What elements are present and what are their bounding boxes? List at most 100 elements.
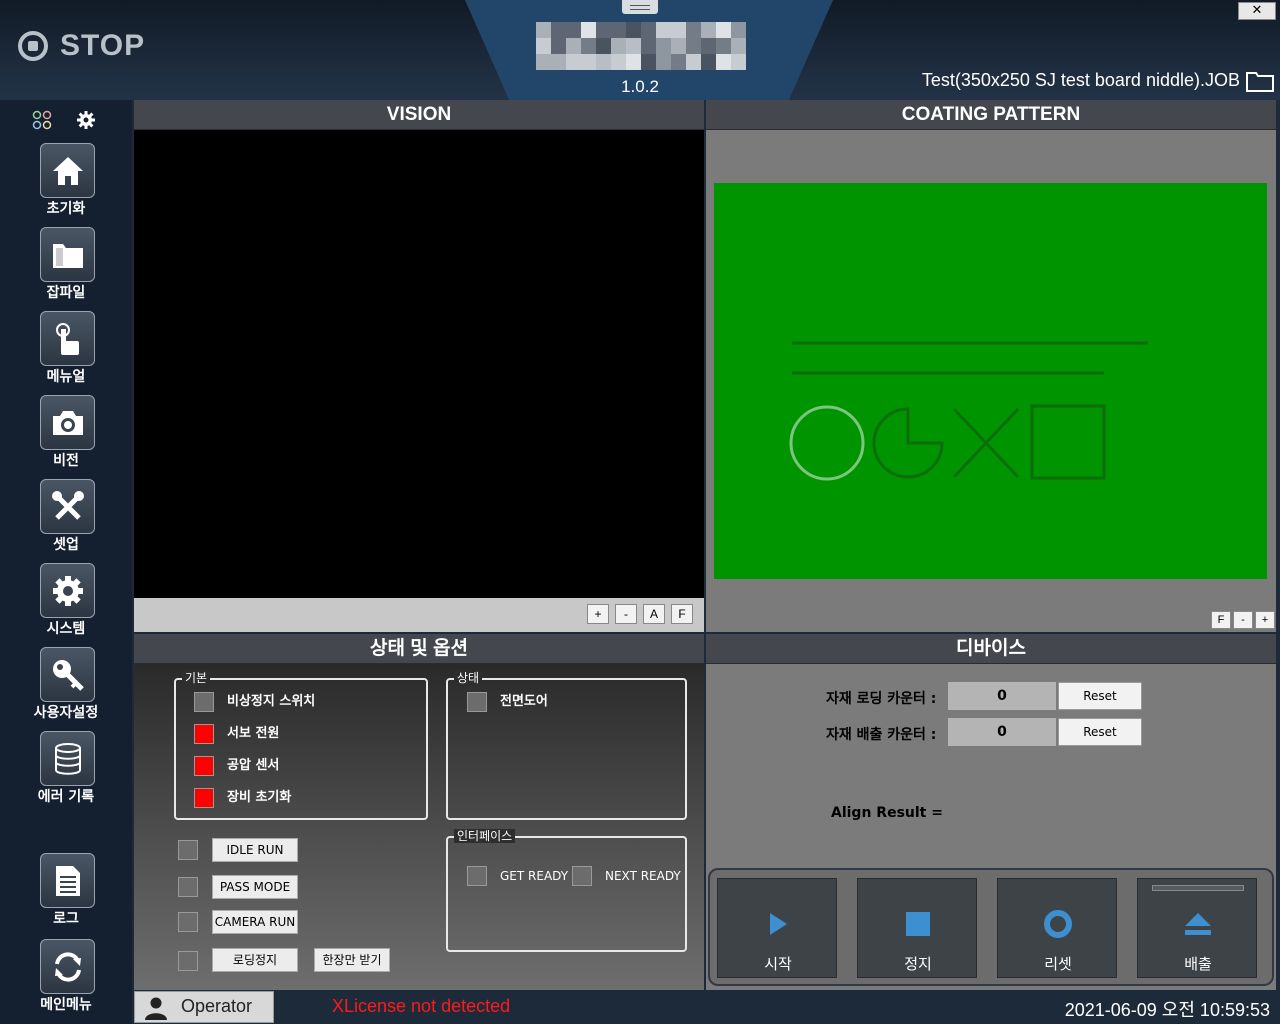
logo-pixel (611, 22, 626, 38)
tools-icon (51, 490, 84, 520)
logo-pixel (731, 22, 746, 38)
state-groupbox-title: 상태 (454, 671, 483, 685)
camera-run-checkbox[interactable] (178, 912, 198, 932)
license-warning: XLicense not detected (332, 996, 511, 1016)
unloading-counter-label: 자재 배출 카운터 : (826, 727, 937, 743)
sidebar-item-setup-label: 셋업 (53, 537, 79, 553)
sidebar-item-manual[interactable] (40, 311, 95, 366)
vision-zoom-in-button[interactable]: + (587, 604, 609, 624)
sidebar-item-system-label: 시스템 (46, 621, 86, 637)
logo-pixel (536, 54, 551, 70)
coating-zoom-in-button[interactable]: + (1255, 611, 1275, 629)
stop-circle-icon (18, 31, 48, 61)
vision-fit-button[interactable]: F (671, 604, 693, 624)
play-icon (770, 913, 787, 935)
logo-pixel (731, 38, 746, 54)
vision-panel-title: VISION (134, 100, 704, 130)
logo-pixel (701, 22, 716, 38)
logo-pixel (686, 22, 701, 38)
reset-button[interactable]: 리셋 (997, 878, 1117, 978)
unloading-counter-value: 0 (948, 718, 1056, 746)
logo-pixel (671, 38, 686, 54)
job-file-name: Test(350x250 SJ test board niddle).JOB (921, 70, 1240, 90)
vision-auto-button[interactable]: A (643, 604, 665, 624)
sidebar-item-init[interactable] (40, 143, 95, 198)
logo-pixel (566, 38, 581, 54)
loading-stop-checkbox[interactable] (178, 951, 198, 971)
settings-gear-icon[interactable] (76, 110, 96, 130)
logo-pixel (701, 38, 716, 54)
close-button[interactable]: ✕ (1238, 2, 1276, 20)
camera-icon (52, 410, 83, 435)
vision-toolbar: + - A F (134, 598, 704, 632)
refresh-icon (54, 951, 81, 982)
logo-pixel (671, 54, 686, 70)
sidebar-item-log-label: 로그 (53, 911, 79, 927)
sidebar-item-vision[interactable] (40, 395, 95, 450)
machine-init-label: 장비 초기화 (227, 790, 292, 805)
logo-pixel (656, 54, 671, 70)
coating-fit-button[interactable]: F (1211, 611, 1231, 629)
logo-pixel (596, 22, 611, 38)
home-icon (52, 156, 83, 185)
logo-pixel (581, 54, 596, 70)
drawer-handle[interactable] (622, 0, 658, 14)
get-ready-indicator (467, 866, 487, 886)
stop-button[interactable]: 정지 (857, 878, 977, 978)
coating-zoom-out-button[interactable]: - (1233, 611, 1253, 629)
loading-counter-reset-button[interactable]: Reset (1058, 682, 1142, 710)
sidebar-item-setup[interactable] (40, 479, 95, 534)
reset-button-label: 리셋 (1044, 955, 1072, 973)
start-button[interactable]: 시작 (717, 878, 837, 978)
basic-groupbox-title: 기본 (182, 671, 211, 685)
idle-run-checkbox[interactable] (178, 840, 198, 860)
logo-pixel (656, 22, 671, 38)
logo-pixel (611, 54, 626, 70)
pass-mode-button[interactable]: PASS MODE (212, 875, 298, 899)
logo-pixel (716, 54, 731, 70)
sidebar-item-log[interactable] (40, 853, 95, 908)
logo-pixel (716, 38, 731, 54)
sidebar-item-error-log[interactable] (40, 731, 95, 786)
pattern-arc (872, 407, 944, 479)
pattern-rect (1030, 404, 1106, 480)
sidebar-item-main-menu-label: 메인메뉴 (40, 997, 92, 1013)
sidebar-item-manual-label: 메뉴얼 (46, 369, 86, 385)
sidebar-item-jobfile[interactable] (40, 227, 95, 282)
reset-circle-icon (1044, 910, 1072, 938)
logo-pixel (581, 22, 596, 38)
next-ready-indicator (572, 866, 592, 886)
align-result-label: Align Result = (831, 805, 943, 821)
sidebar-item-user-settings-label: 사용자설정 (33, 705, 99, 721)
status-panel-title: 상태 및 옵션 (134, 634, 704, 664)
hand-pointer-icon (55, 322, 79, 355)
eject-button-label: 배출 (1184, 955, 1212, 973)
document-icon (55, 865, 80, 896)
logo-pixel (641, 22, 656, 38)
apps-grid-icon[interactable] (32, 110, 52, 130)
coating-board[interactable] (714, 183, 1267, 579)
coating-panel-title: COATING PATTERN (706, 100, 1276, 130)
vision-camera-view[interactable] (134, 130, 704, 598)
logo-pixel (551, 38, 566, 54)
operator-box[interactable]: Operator (134, 991, 274, 1023)
machine-init-indicator (194, 788, 214, 808)
eject-progress-bar (1152, 885, 1244, 891)
vision-zoom-out-button[interactable]: - (615, 604, 637, 624)
sidebar-item-vision-label: 비전 (53, 453, 79, 469)
sidebar-item-user-settings[interactable] (40, 647, 95, 702)
sidebar-item-main-menu[interactable] (40, 939, 95, 994)
eject-button[interactable]: 배출 (1137, 878, 1257, 978)
loading-stop-button[interactable]: 로딩정지 (212, 948, 298, 972)
folder-icon[interactable] (1246, 70, 1274, 92)
next-ready-label: NEXT READY (605, 869, 681, 883)
sidebar-item-system[interactable] (40, 563, 95, 618)
single-receive-button[interactable]: 한장만 받기 (314, 948, 390, 972)
pass-mode-checkbox[interactable] (178, 877, 198, 897)
front-door-indicator (467, 692, 487, 712)
camera-run-button[interactable]: CAMERA RUN (212, 910, 298, 934)
idle-run-button[interactable]: IDLE RUN (212, 838, 298, 862)
logo-pixel (731, 54, 746, 70)
air-sensor-label: 공압 센서 (227, 758, 280, 773)
unloading-counter-reset-button[interactable]: Reset (1058, 718, 1142, 746)
